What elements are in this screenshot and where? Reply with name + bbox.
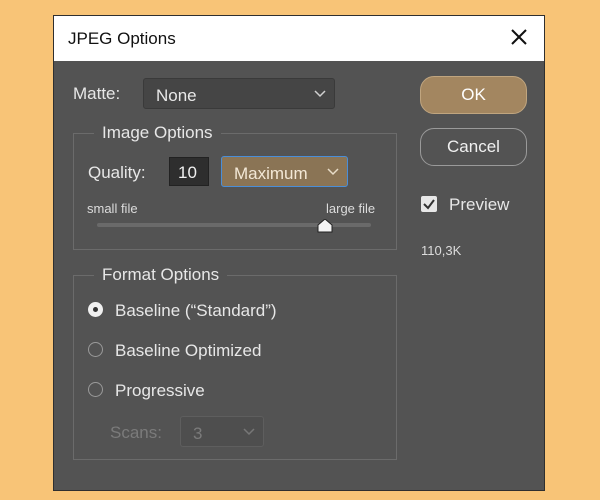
matte-value: None (156, 86, 197, 105)
preview-label: Preview (449, 195, 510, 214)
close-icon[interactable] (508, 26, 530, 48)
quality-input[interactable]: 10 (169, 157, 209, 186)
ok-button[interactable]: OK (420, 76, 527, 114)
chevron-down-icon (327, 168, 339, 176)
preview-checkbox[interactable] (421, 196, 437, 212)
radio-progressive[interactable] (88, 382, 103, 397)
quality-slider-thumb[interactable] (317, 219, 333, 233)
chevron-down-icon (314, 90, 326, 98)
radio-baseline-optimized[interactable] (88, 342, 103, 357)
scans-select[interactable]: 3 (180, 416, 264, 447)
scans-label: Scans: (110, 423, 162, 442)
jpeg-options-dialog: JPEG Options Matte: None Image Options Q… (53, 15, 545, 491)
checkmark-icon (423, 199, 435, 210)
image-options-group (73, 133, 397, 250)
radio-progressive-label: Progressive (115, 381, 205, 400)
scans-value: 3 (193, 424, 203, 443)
matte-label: Matte: (73, 84, 121, 103)
quality-label: Quality: (88, 163, 146, 182)
small-file-label: small file (87, 201, 138, 216)
cancel-button[interactable]: Cancel (420, 128, 527, 166)
image-options-legend: Image Options (94, 123, 221, 143)
title-bar: JPEG Options (54, 16, 544, 61)
chevron-down-icon (243, 428, 255, 436)
matte-select[interactable]: None (143, 78, 335, 109)
radio-baseline-label: Baseline (“Standard”) (115, 301, 277, 320)
dialog-title: JPEG Options (68, 29, 176, 48)
quality-preset-select[interactable]: Maximum (221, 156, 348, 187)
quality-preset-value: Maximum (234, 164, 308, 183)
radio-baseline[interactable] (88, 302, 103, 317)
format-options-legend: Format Options (94, 265, 228, 285)
large-file-label: large file (326, 201, 376, 216)
file-size-readout: 110,3K (421, 243, 462, 258)
radio-baseline-optimized-label: Baseline Optimized (115, 341, 262, 360)
